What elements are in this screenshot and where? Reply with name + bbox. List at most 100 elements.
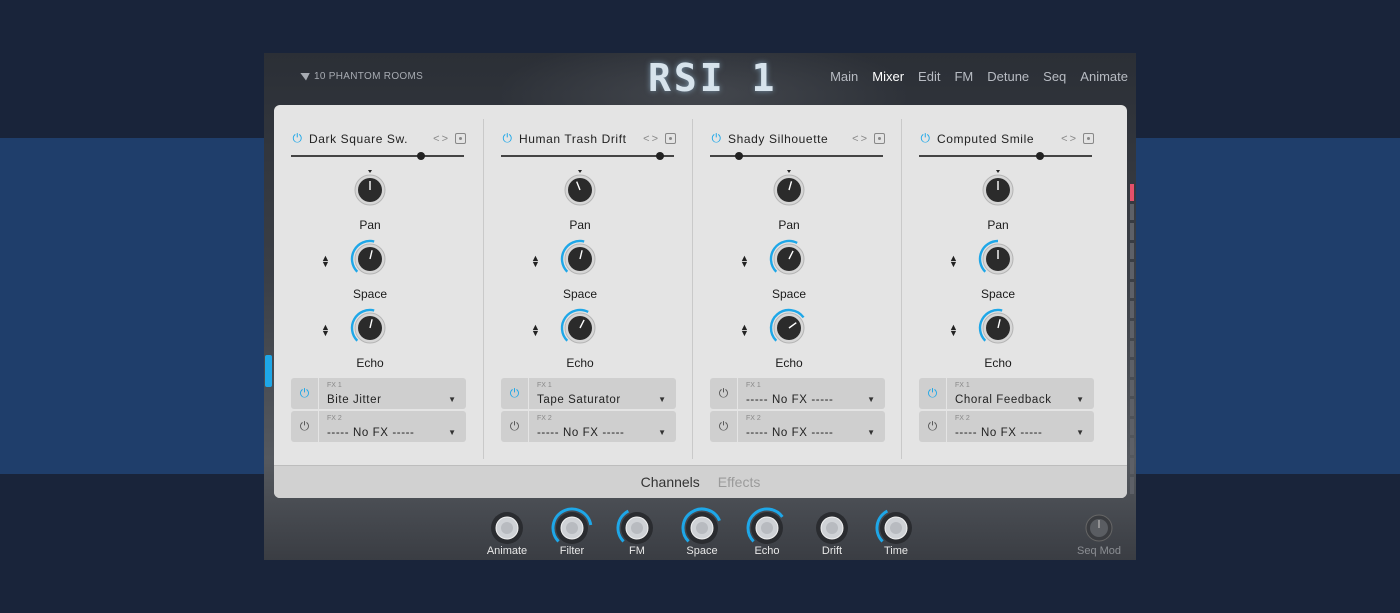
fx2-name: ----- No FX ----- <box>327 427 415 439</box>
fx1-dropdown[interactable]: FX 1 ----- No FX ----- ▼ <box>738 378 885 409</box>
fx1-dropdown[interactable]: FX 1 Bite Jitter ▼ <box>319 378 466 409</box>
echo-knob[interactable] <box>769 308 806 345</box>
fx2-power-icon[interactable]: ⏻ <box>501 411 529 442</box>
echo-knob[interactable] <box>560 308 597 345</box>
nav-mixer[interactable]: Mixer <box>872 69 904 84</box>
pan-label: Pan <box>569 218 591 232</box>
updown-icon[interactable]: ▲ ▼ <box>740 254 749 269</box>
updown-icon[interactable]: ▲ ▼ <box>321 323 330 338</box>
seq-mod-knob[interactable]: Seq Mod <box>1077 508 1121 560</box>
pan-knob[interactable] <box>981 170 1015 207</box>
channel-strip: ⏻ Shady Silhouette <> Pan ▲▼ Space ▲▼ <box>692 119 885 459</box>
nav-animate[interactable]: Animate <box>1080 69 1128 84</box>
side-drawer-handle[interactable] <box>265 355 272 387</box>
prev-next-arrows-icon[interactable]: <> <box>852 133 869 145</box>
fx2-power-icon[interactable]: ⏻ <box>291 411 319 442</box>
nav-seq[interactable]: Seq <box>1043 69 1066 84</box>
updown-icon[interactable]: ▲ ▼ <box>531 323 540 338</box>
pan-knob[interactable] <box>563 170 597 207</box>
channel-name[interactable]: Shady Silhouette <box>728 132 847 146</box>
space-label: Space <box>562 287 598 301</box>
tab-channels[interactable]: Channels <box>641 474 700 490</box>
echo-knob[interactable] <box>978 308 1015 345</box>
tab-effects[interactable]: Effects <box>718 474 761 490</box>
randomize-icon[interactable] <box>665 133 676 144</box>
updown-icon[interactable]: ▲ ▼ <box>531 254 540 269</box>
prev-next-arrows-icon[interactable]: <> <box>433 133 450 145</box>
plugin-window: 10 PHANTOM ROOMS RSI 1 Main Mixer Edit F… <box>264 53 1136 560</box>
macro-knob[interactable]: Drift <box>812 508 852 560</box>
channel-volume-fader[interactable] <box>291 152 464 160</box>
updown-icon[interactable]: ▲ ▼ <box>949 323 958 338</box>
fx1-power-icon[interactable]: ⏻ <box>710 378 738 409</box>
channel-volume-fader[interactable] <box>501 152 674 160</box>
meter-segment <box>1130 320 1134 338</box>
echo-knob[interactable] <box>350 308 387 345</box>
macro-knob[interactable]: FM <box>616 508 657 560</box>
macro-knob[interactable]: Time <box>875 508 916 560</box>
space-knob[interactable] <box>560 239 597 276</box>
channel-name[interactable]: Dark Square Sw. <box>309 132 428 146</box>
meter-segment <box>1130 477 1134 494</box>
fader-thumb[interactable] <box>735 152 744 160</box>
fx2-power-icon[interactable]: ⏻ <box>919 411 947 442</box>
space-knob[interactable] <box>769 239 806 276</box>
macro-knob[interactable]: Animate <box>487 508 527 560</box>
pan-knob[interactable] <box>772 170 806 207</box>
dropdown-caret-icon: ▼ <box>448 428 456 437</box>
randomize-icon[interactable] <box>874 133 885 144</box>
fx1-power-icon[interactable]: ⏻ <box>291 378 319 409</box>
randomize-icon[interactable] <box>1083 133 1094 144</box>
fx1-power-icon[interactable]: ⏻ <box>501 378 529 409</box>
nav-main[interactable]: Main <box>830 69 858 84</box>
meter-segment <box>1130 438 1134 455</box>
fx1-dropdown[interactable]: FX 1 Tape Saturator ▼ <box>529 378 676 409</box>
fx1-power-icon[interactable]: ⏻ <box>919 378 947 409</box>
updown-icon[interactable]: ▲ ▼ <box>321 254 330 269</box>
prev-next-arrows-icon[interactable]: <> <box>643 133 660 145</box>
space-control: ▲ ▼ Space <box>693 239 885 310</box>
nav-fm[interactable]: FM <box>954 69 973 84</box>
brand-name: 10 PHANTOM ROOMS <box>314 71 424 82</box>
fx1-dropdown[interactable]: FX 1 Choral Feedback ▼ <box>947 378 1094 409</box>
space-knob[interactable] <box>978 239 1015 276</box>
fx2-power-icon[interactable]: ⏻ <box>710 411 738 442</box>
channel-power-icon[interactable]: ⏻ <box>919 131 932 146</box>
fx1-slot-label: FX 1 <box>537 382 552 389</box>
macro-knob[interactable]: Space <box>681 507 722 560</box>
fx2-dropdown[interactable]: FX 2 ----- No FX ----- ▼ <box>738 411 885 442</box>
channel-volume-fader[interactable] <box>710 152 883 160</box>
channel-power-icon[interactable]: ⏻ <box>291 131 304 146</box>
meter-segment <box>1130 262 1134 279</box>
channel-name[interactable]: Human Trash Drift <box>519 132 638 146</box>
meter-segment <box>1130 301 1134 318</box>
fx2-slot: ⏻ FX 2 ----- No FX ----- ▼ <box>919 411 1094 442</box>
randomize-icon[interactable] <box>455 133 466 144</box>
dropdown-caret-icon: ▼ <box>658 395 666 404</box>
pan-knob[interactable] <box>353 170 387 207</box>
prev-next-arrows-icon[interactable]: <> <box>1061 133 1078 145</box>
fx2-dropdown[interactable]: FX 2 ----- No FX ----- ▼ <box>529 411 676 442</box>
fx2-dropdown[interactable]: FX 2 ----- No FX ----- ▼ <box>947 411 1094 442</box>
space-control: ▲ ▼ Space <box>902 239 1094 310</box>
updown-icon[interactable]: ▲ ▼ <box>740 323 749 338</box>
fader-thumb[interactable] <box>416 152 425 160</box>
fader-thumb[interactable] <box>656 152 665 160</box>
pan-label: Pan <box>987 218 1009 232</box>
channel-power-icon[interactable]: ⏻ <box>501 131 514 146</box>
channel-name[interactable]: Computed Smile <box>937 132 1056 146</box>
space-label: Space <box>771 287 807 301</box>
nav-detune[interactable]: Detune <box>987 69 1029 84</box>
space-knob[interactable] <box>350 239 387 276</box>
macro-knob[interactable]: Echo <box>746 507 787 560</box>
channel-volume-fader[interactable] <box>919 152 1092 160</box>
fx2-dropdown[interactable]: FX 2 ----- No FX ----- ▼ <box>319 411 466 442</box>
channel-header: ⏻ Computed Smile <> <box>919 131 1094 146</box>
fx1-slot: ⏻ FX 1 Tape Saturator ▼ <box>501 378 676 409</box>
fader-thumb[interactable] <box>1036 152 1045 160</box>
updown-icon[interactable]: ▲ ▼ <box>949 254 958 269</box>
macro-knob[interactable]: Filter <box>551 507 593 560</box>
nav-edit[interactable]: Edit <box>918 69 940 84</box>
fx1-name: Choral Feedback <box>955 394 1052 406</box>
channel-power-icon[interactable]: ⏻ <box>710 131 723 146</box>
